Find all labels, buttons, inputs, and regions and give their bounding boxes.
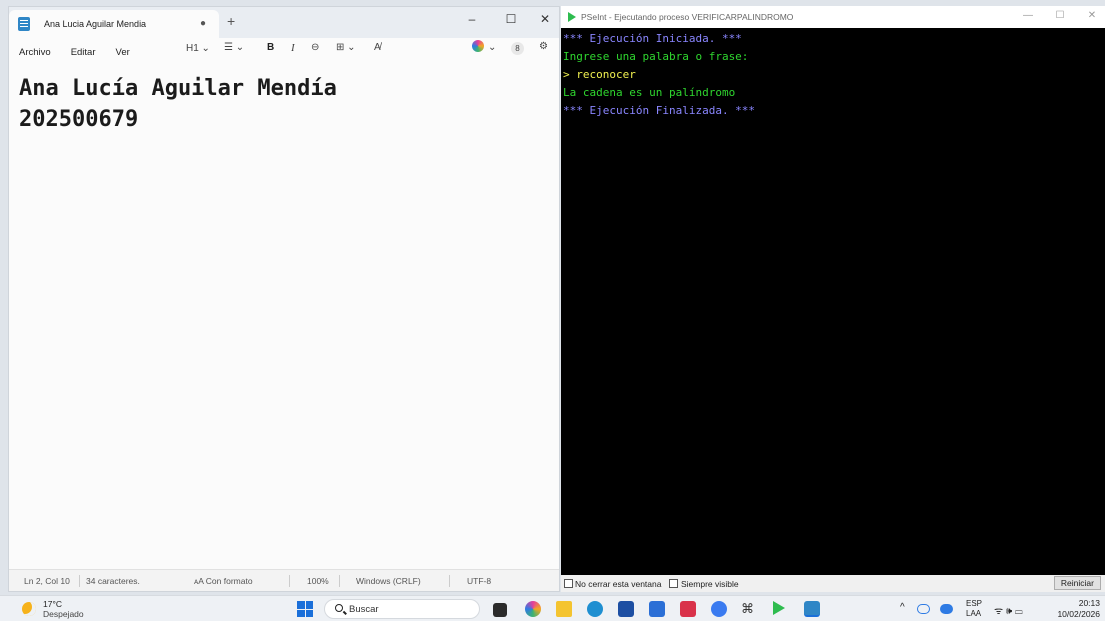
wps-office-icon[interactable] — [680, 601, 696, 617]
copilot-chevron-icon[interactable]: ⌄ — [488, 42, 496, 53]
tab-title: Ana Lucia Aguilar Mendia — [44, 19, 147, 29]
file-explorer-icon[interactable] — [556, 601, 572, 617]
tray-chevron-icon[interactable]: ^ — [900, 602, 905, 613]
notepad-icon — [18, 17, 30, 31]
notepad-taskbar-icon[interactable] — [804, 601, 820, 617]
menu-editar[interactable]: Editar — [71, 47, 96, 58]
copilot-app-icon[interactable] — [525, 601, 541, 617]
bold-button[interactable]: B — [267, 42, 274, 53]
character-count: 34 caracteres. — [86, 576, 140, 586]
table-dropdown[interactable]: ⊞ ⌄ — [336, 42, 356, 53]
console-line: > reconocer — [563, 68, 636, 81]
chrome-profile-icon[interactable] — [711, 601, 727, 617]
desktop: Ana Lucia Aguilar Mendia ● + – ☐ ✕ Archi… — [0, 0, 1105, 621]
pseint-play-icon — [568, 12, 576, 22]
heading-dropdown[interactable]: H1 ⌄ — [186, 43, 210, 54]
pseint-taskbar-icon[interactable] — [773, 601, 785, 615]
console-line: *** Ejecución Iniciada. *** — [563, 32, 742, 45]
italic-button[interactable]: I — [291, 42, 295, 54]
taskbar: 17°C Despejado Buscar ⌘ ^ ESP LAA ᯤ 🕪 ▭ … — [0, 595, 1105, 621]
moon-weather-icon[interactable] — [22, 602, 36, 616]
start-windows-icon[interactable] — [297, 601, 313, 617]
pseint-maximize-button[interactable]: ☐ — [1051, 10, 1069, 21]
keyboard-layout[interactable]: LAA — [966, 609, 981, 618]
console-line: La cadena es un palíndromo — [563, 86, 736, 99]
pseint-footer: No cerrar esta ventana Siempre visible R… — [561, 575, 1105, 592]
notepad-statusbar: Ln 2, Col 10 34 caracteres. ᴀA Con forma… — [9, 569, 559, 591]
status-divider — [339, 575, 340, 587]
close-button[interactable]: ✕ — [534, 12, 556, 26]
pseint-close-button[interactable]: ✕ — [1083, 10, 1101, 21]
notepad-window: Ana Lucia Aguilar Mendia ● + – ☐ ✕ Archi… — [8, 6, 560, 592]
task-view-icon[interactable] — [493, 603, 507, 617]
format-toggle[interactable]: ᴀA Con formato — [194, 576, 253, 586]
notepad-titlebar: Ana Lucia Aguilar Mendia ● + – ☐ ✕ — [9, 7, 559, 38]
console-line: *** Ejecución Finalizada. *** — [563, 104, 756, 117]
language-code[interactable]: ESP — [966, 599, 982, 608]
clock-time[interactable]: 20:13 — [1079, 598, 1100, 608]
onedrive-icon[interactable] — [917, 604, 930, 614]
app-icon[interactable] — [649, 601, 665, 617]
weather-temperature[interactable]: 17°C — [43, 599, 62, 609]
menu-archivo[interactable]: Archivo — [19, 47, 51, 58]
app-glyph-icon[interactable]: ⌘ — [741, 601, 754, 617]
line-endings[interactable]: Windows (CRLF) — [356, 576, 421, 586]
clock-date[interactable]: 10/02/2026 — [1057, 609, 1100, 619]
status-divider — [79, 575, 80, 587]
settings-gear-icon[interactable]: ⚙ — [539, 41, 548, 52]
store-icon[interactable] — [618, 601, 634, 617]
pseint-window: PSeInt - Ejecutando proceso VERIFICARPAL… — [561, 6, 1105, 592]
maximize-button[interactable]: ☐ — [500, 12, 522, 26]
search-icon — [335, 604, 343, 612]
pseint-title: PSeInt - Ejecutando proceso VERIFICARPAL… — [581, 12, 794, 22]
notepad-tab[interactable]: Ana Lucia Aguilar Mendia ● — [9, 10, 219, 38]
taskbar-search-box[interactable]: Buscar — [324, 599, 480, 619]
console-output: *** Ejecución Iniciada. *** Ingrese una p… — [563, 30, 755, 120]
status-divider — [449, 575, 450, 587]
list-dropdown[interactable]: ☰ ⌄ — [224, 42, 244, 53]
status-divider — [289, 575, 290, 587]
menu-ver[interactable]: Ver — [116, 47, 130, 58]
minimize-button[interactable]: – — [461, 12, 483, 26]
pseint-minimize-button[interactable]: — — [1019, 10, 1037, 21]
cursor-position: Ln 2, Col 10 — [24, 576, 70, 586]
no-close-label: No cerrar esta ventana — [575, 579, 662, 589]
edge-browser-icon[interactable] — [587, 601, 603, 617]
console-line: Ingrese una palabra o frase: — [563, 50, 749, 63]
account-icon[interactable]: 8 — [511, 42, 524, 55]
copilot-icon[interactable] — [472, 40, 484, 52]
weather-condition[interactable]: Despejado — [43, 609, 84, 619]
no-close-checkbox[interactable] — [564, 579, 573, 588]
link-button[interactable]: ⊖ — [311, 42, 319, 53]
cloud-icon[interactable] — [940, 604, 953, 614]
unsaved-dot-icon[interactable]: ● — [200, 18, 206, 29]
always-visible-checkbox[interactable] — [669, 579, 678, 588]
search-placeholder: Buscar — [349, 604, 379, 615]
zoom-level[interactable]: 100% — [307, 576, 329, 586]
encoding[interactable]: UTF-8 — [467, 576, 491, 586]
restart-button[interactable]: Reiniciar — [1053, 576, 1101, 590]
document-editor[interactable]: Ana Lucía Aguilar Mendía 202500679 — [19, 73, 337, 135]
pseint-titlebar: PSeInt - Ejecutando proceso VERIFICARPAL… — [561, 6, 1105, 28]
new-tab-button[interactable]: + — [227, 14, 235, 28]
document-line: 202500679 — [19, 107, 139, 132]
wifi-sound-battery-icons[interactable]: ᯤ 🕪 ▭ — [994, 603, 1023, 617]
always-visible-label: Siempre visible — [681, 579, 739, 589]
document-line: Ana Lucía Aguilar Mendía — [19, 76, 337, 101]
clear-format-button[interactable]: A̸ — [374, 42, 381, 53]
